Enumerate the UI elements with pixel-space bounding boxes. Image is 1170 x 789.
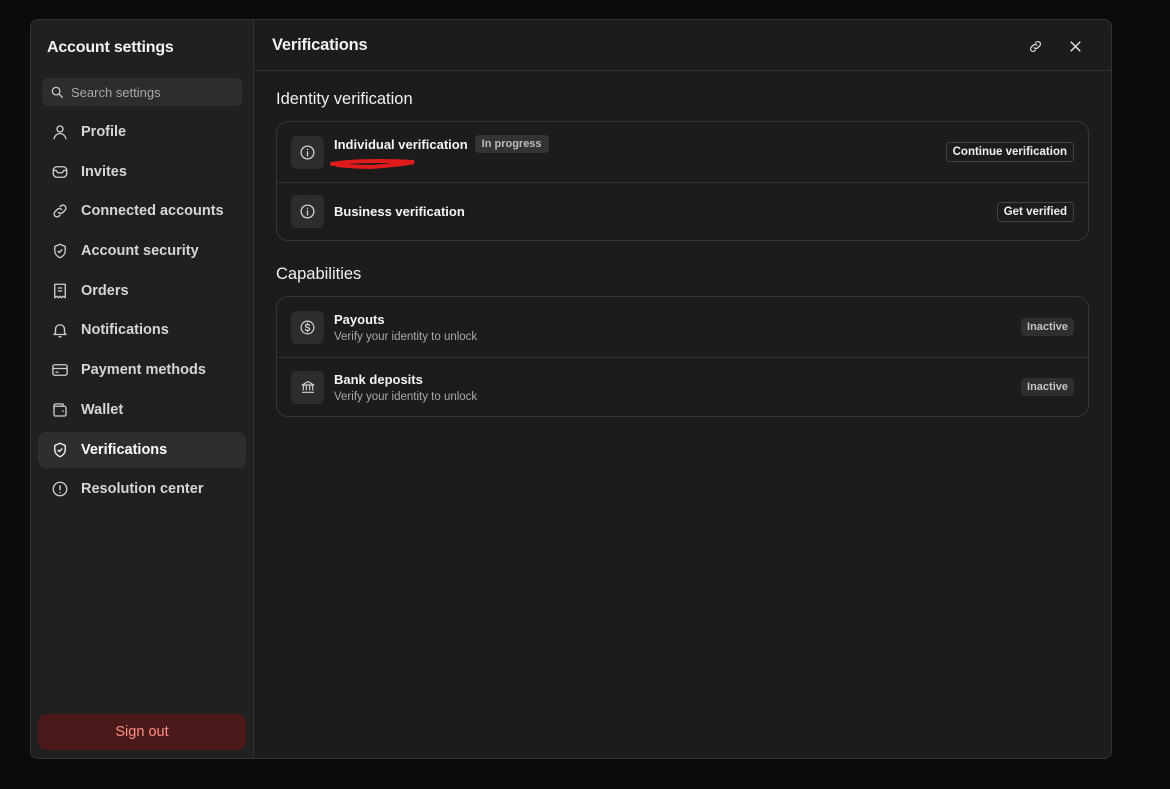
shield-icon <box>51 242 69 260</box>
info-icon <box>291 195 324 228</box>
sign-out-button[interactable]: Sign out <box>38 714 246 750</box>
capabilities-heading: Capabilities <box>276 265 362 283</box>
sidebar-item-label: Connected accounts <box>81 203 224 220</box>
close-icon <box>1069 40 1081 52</box>
bank-deposits-label: Bank deposits <box>334 371 423 387</box>
row-title: Individual verification In progress <box>334 135 549 153</box>
get-verified-button[interactable]: Get verified <box>996 201 1074 222</box>
link-icon <box>1029 40 1041 52</box>
payouts-label: Payouts <box>334 311 385 327</box>
business-verification-row: Business verification Get verified <box>277 182 1088 240</box>
sidebar-item-label: Account security <box>81 243 199 260</box>
in-progress-badge: In progress <box>474 135 549 153</box>
bell-icon <box>51 321 69 339</box>
bank-icon <box>291 370 324 404</box>
sidebar-item-label: Notifications <box>81 322 169 339</box>
settings-modal: Account settings Profile Invites <box>30 19 1112 759</box>
page-title: Verifications <box>272 35 368 54</box>
alert-circle-icon <box>51 480 69 498</box>
individual-verification-row: Individual verification In progress Cont… <box>277 122 1088 182</box>
bank-deposits-subtitle: Verify your identity to unlock <box>334 390 478 403</box>
sidebar-item-label: Payment methods <box>81 362 206 379</box>
bank-deposits-row: Bank deposits Verify your identity to un… <box>277 357 1088 416</box>
continue-verification-button[interactable]: Continue verification <box>945 142 1074 162</box>
identity-card: Individual verification In progress Cont… <box>276 121 1089 241</box>
copy-link-button[interactable] <box>1025 36 1045 56</box>
business-verification-label: Business verification <box>334 204 465 219</box>
user-icon <box>51 123 69 141</box>
row-text: Bank deposits Verify your identity to un… <box>334 372 477 403</box>
sidebar-item-label: Verifications <box>81 441 168 458</box>
payouts-subtitle: Verify your identity to unlock <box>334 330 478 343</box>
sidebar-item-invites[interactable]: Invites <box>38 154 246 190</box>
credit-card-icon <box>51 361 69 379</box>
search-box[interactable] <box>42 78 242 106</box>
row-text: Business verification <box>334 204 465 219</box>
payouts-row: Payouts Verify your identity to unlock I… <box>277 297 1088 357</box>
main-panel: Verifications Identity verification Indi… <box>254 20 1111 758</box>
red-annotation-underline <box>330 158 415 170</box>
identity-verification-heading: Identity verification <box>276 90 413 108</box>
payouts-status-badge: Inactive <box>1021 318 1074 336</box>
sidebar-item-label: Wallet <box>81 401 124 418</box>
dollar-circle-icon <box>291 310 324 344</box>
sidebar-title: Account settings <box>47 39 174 56</box>
info-icon <box>291 135 324 169</box>
sidebar-item-notifications[interactable]: Notifications <box>38 312 246 348</box>
sidebar-item-profile[interactable]: Profile <box>38 114 246 150</box>
search-icon <box>51 86 63 98</box>
sidebar-item-orders[interactable]: Orders <box>38 273 246 309</box>
close-button[interactable] <box>1065 36 1085 56</box>
receipt-icon <box>51 282 69 300</box>
sidebar-item-verifications[interactable]: Verifications <box>38 431 246 468</box>
sidebar-item-connected-accounts[interactable]: Connected accounts <box>38 193 246 229</box>
shield-check-icon <box>51 441 69 459</box>
row-text: Payouts Verify your identity to unlock <box>334 312 477 343</box>
individual-verification-label: Individual verification <box>334 136 468 152</box>
link-icon <box>51 202 69 220</box>
sidebar-item-payment-methods[interactable]: Payment methods <box>38 352 246 388</box>
sidebar-item-label: Profile <box>81 124 127 140</box>
sidebar-item-resolution-center[interactable]: Resolution center <box>38 471 246 507</box>
sidebar-item-label: Orders <box>81 282 129 299</box>
sidebar-item-label: Resolution center <box>81 481 204 498</box>
sidebar-nav: Profile Invites Connected accounts Accou… <box>38 114 246 511</box>
sidebar-item-wallet[interactable]: Wallet <box>38 392 246 428</box>
inbox-icon <box>51 163 69 181</box>
bank-deposits-status-badge: Inactive <box>1021 378 1074 396</box>
panel-header: Verifications <box>254 20 1111 71</box>
row-text: Individual verification In progress <box>334 135 549 153</box>
sidebar-item-account-security[interactable]: Account security <box>38 233 246 269</box>
sidebar: Account settings Profile Invites <box>31 20 254 758</box>
wallet-icon <box>51 401 69 419</box>
capabilities-card: Payouts Verify your identity to unlock I… <box>276 296 1089 417</box>
search-input[interactable] <box>71 84 231 100</box>
sidebar-item-label: Invites <box>81 163 127 180</box>
